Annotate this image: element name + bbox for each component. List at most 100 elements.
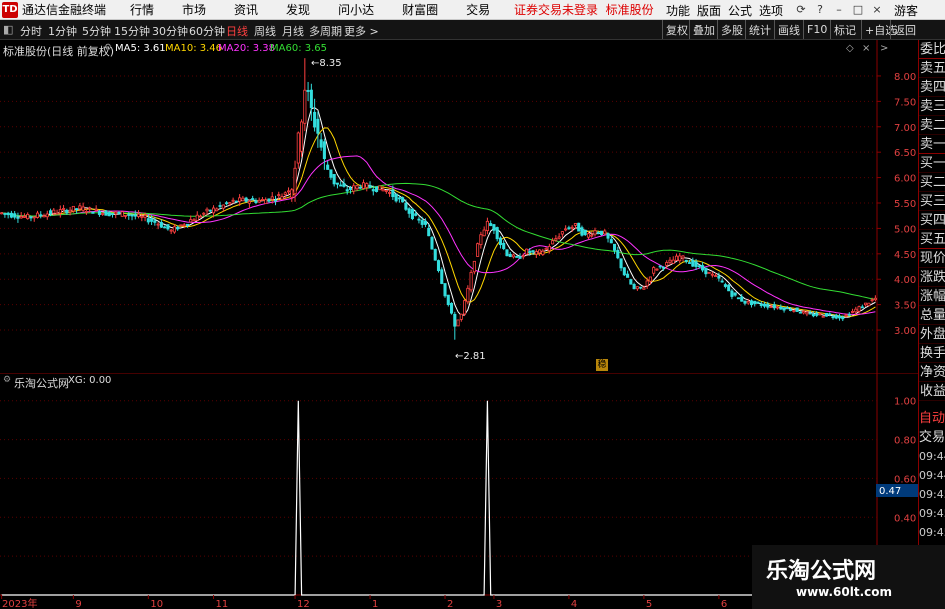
candle-body [9,212,13,218]
menu-zixun[interactable]: 资讯 [224,1,268,18]
ma20-label: MA20: 3.38 [218,43,276,54]
side-trade-item[interactable]: 交易 [919,428,945,447]
overlay-button[interactable]: 叠加 [689,20,718,39]
period-multi[interactable]: 多周期 [309,23,342,39]
candle-body [668,259,672,263]
menu-wenxiaoda[interactable]: 问小达 [328,1,384,18]
period-more[interactable]: 更多 > [344,23,379,39]
candle-body [596,232,600,234]
high-price-label: ←8.35 [311,58,342,69]
y-tick-label: 6.00 [894,174,916,185]
kline-chart[interactable]: 3.00 3.50 4.00 4.50 5.00 5.50 6.00 6.50 7.00 7.50… [0,40,918,373]
candle-body [68,209,72,213]
candle-body [655,268,659,271]
candle-body [42,215,46,218]
period-fenshi[interactable]: 分时 [20,23,42,39]
diamond-icon[interactable]: ◇ [846,43,854,54]
menu-gongneng[interactable]: 功能 [666,2,690,19]
candle-body [544,247,548,250]
candle-body [420,220,424,225]
period-60min[interactable]: 60分钟 [189,23,225,39]
candle-body [407,208,411,214]
indicator-value: XG: 0.00 [68,375,112,386]
stats-button[interactable]: 统计 [745,20,774,39]
menu-jiaoyi[interactable]: 交易 [456,1,500,18]
candle-body [388,192,392,194]
current-value: 0.47 [879,486,901,497]
candle-body [127,214,131,216]
help-icon[interactable]: ? [812,1,828,17]
menu-xuanxiang[interactable]: 选项 [759,2,783,19]
minimize-icon[interactable]: – [831,1,847,17]
candle-body [772,304,776,309]
candle-body [469,272,473,291]
candle-body [802,311,806,314]
candle-body [508,253,512,258]
candle-body [642,287,646,290]
period-5min[interactable]: 5分钟 [82,23,111,39]
candle-body [743,300,747,304]
candle-body [313,111,317,128]
candle-body [342,183,346,187]
period-15min[interactable]: 15分钟 [114,23,150,39]
login-status[interactable]: 证券交易未登录 标准股份 [514,1,654,18]
chart-close-icon[interactable]: × [862,43,870,54]
candle-body [81,206,85,211]
candle-body [228,202,232,205]
period-weekly[interactable]: 周线 [254,23,276,39]
back-button[interactable]: 返回 [890,20,919,39]
x-tick-label: 4 [571,599,577,609]
menu-banmian[interactable]: 版面 [697,2,721,19]
maximize-icon[interactable]: □ [850,1,866,17]
candle-body [29,216,33,219]
ma5-label: MA5: 3.61 [115,43,166,54]
menu-gongshi[interactable]: 公式 [728,2,752,19]
quote-side-panel: 委比 卖五 卖四 卖三 卖二 卖一 买一 买二 买三 买四 买五 现价 涨跌 涨幅 总量 外盘 换手 净资 收益 自… [918,40,945,609]
candle-body [153,220,157,223]
x-tick-label: 10 [150,599,163,609]
candle-body [319,139,323,148]
candle-body [114,211,118,215]
ma10-label: MA10: 3.46 [165,43,223,54]
f10-button[interactable]: F10 [803,20,830,39]
candle-body [309,89,313,109]
candle-body [303,89,307,124]
menu-hangqing[interactable]: 行情 [120,1,164,18]
user-label[interactable]: 游客 [894,2,918,19]
multi-stock-button[interactable]: 多股 [717,20,746,39]
candle-body [681,255,685,259]
candle-body [123,214,128,217]
candle-body [851,311,855,313]
side-time: 09:44 [919,469,945,482]
sidebar-toggle-icon[interactable]: ◧ [3,23,13,36]
indicator-settings-icon[interactable]: ⚙ [3,375,11,385]
menu-faxian[interactable]: 发现 [276,1,320,18]
candle-body [231,199,235,202]
menu-caifuquan[interactable]: 财富圈 [392,1,448,18]
candle-body [515,256,519,258]
candle-body [195,214,199,221]
candle-body [88,207,92,210]
candle-body [528,250,532,253]
candle-body [687,262,692,264]
mark-button[interactable]: 标记 [830,20,859,39]
candle-body [417,218,421,221]
menu-shichang[interactable]: 市场 [172,1,216,18]
close-icon[interactable]: × [869,1,885,17]
period-30min[interactable]: 30分钟 [152,23,188,39]
period-monthly[interactable]: 月线 [282,23,304,39]
period-daily[interactable]: 日线 [226,23,248,39]
app-title: 通达信金融终端 [22,3,107,17]
refresh-icon[interactable]: ⟳ [793,1,809,17]
candle-body [824,312,829,317]
header-settings-icon[interactable]: ⚙ [104,43,112,53]
candle-body [485,220,489,231]
candle-body [599,230,604,236]
panel-arrow-icon[interactable]: > [880,43,888,54]
adjust-button[interactable]: 复权 [662,20,691,39]
draw-line-button[interactable]: 画线 [774,20,803,39]
side-item: 外盘 [919,327,945,344]
side-trade-item[interactable]: 自动 [919,409,945,428]
period-1min[interactable]: 1分钟 [48,23,77,39]
candle-body [538,249,542,254]
